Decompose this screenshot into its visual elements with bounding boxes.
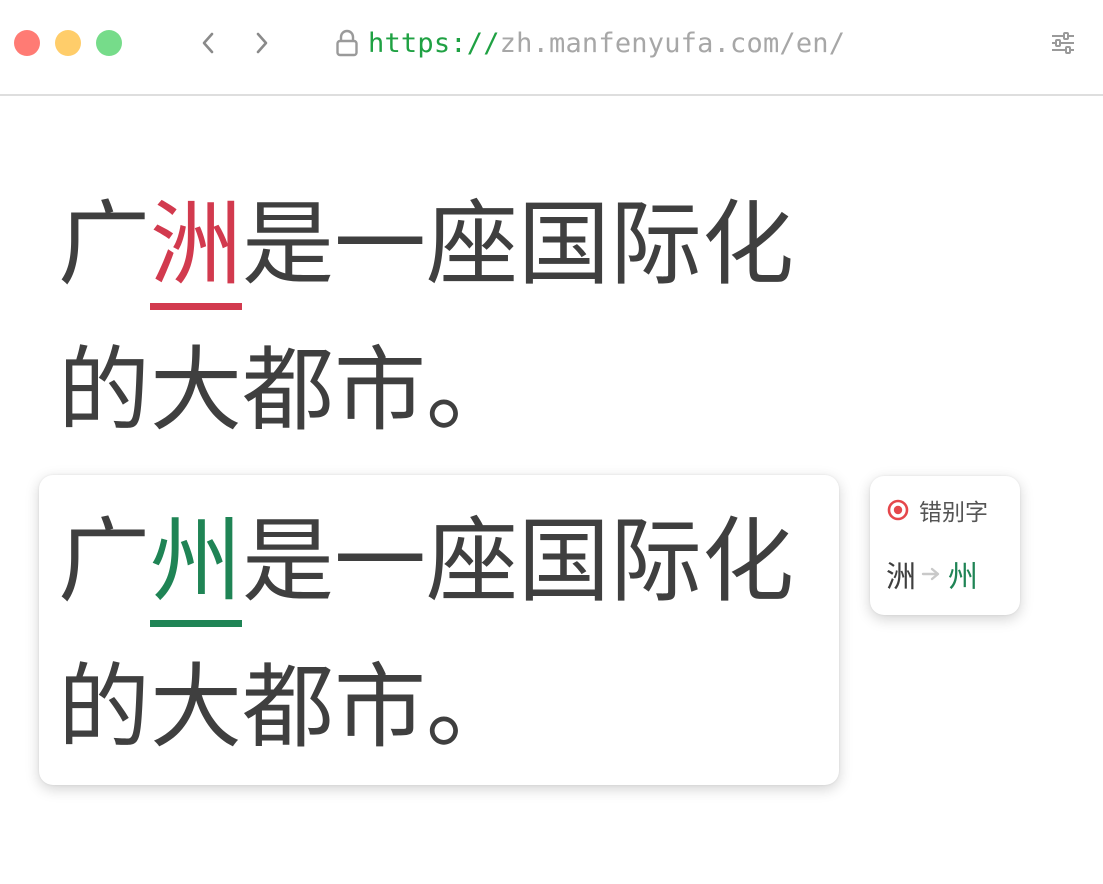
original-line-2: 的大都市。 (58, 337, 519, 444)
corrected-text-before: 广 (58, 508, 151, 615)
corrected-sentence-card: 广州是一座国际化 的大都市。 (39, 475, 839, 785)
correction-detail: 洲 州 (886, 554, 978, 595)
correction-from: 洲 (886, 560, 916, 595)
original-text-before: 广 (58, 191, 151, 298)
correction-to: 州 (948, 560, 978, 595)
url-scheme: https:// (368, 27, 500, 59)
minimize-window-button[interactable] (55, 30, 81, 56)
correction-category-label: 错别字 (919, 500, 988, 526)
close-window-button[interactable] (14, 30, 40, 56)
corrected-text-after: 是一座国际化 (242, 508, 795, 615)
corrected-character[interactable]: 州 (150, 489, 243, 635)
error-character[interactable]: 洲 (150, 172, 243, 318)
target-icon (887, 499, 909, 521)
original-sentence: 广洲是一座国际化 的大都市。 (58, 172, 794, 464)
corrected-sentence: 广州是一座国际化 的大都市。 (58, 489, 794, 781)
arrow-right-icon (918, 560, 946, 588)
correction-tooltip[interactable]: 错别字 洲 州 (870, 476, 1020, 615)
maximize-window-button[interactable] (96, 30, 122, 56)
sliders-icon (1052, 32, 1074, 54)
chevron-left-icon (202, 32, 214, 54)
correction-category: 错别字 (887, 495, 988, 526)
chevron-right-icon (256, 32, 268, 54)
browser-titlebar: https://zh.manfenyufa.com/en/ (0, 0, 1103, 96)
back-button[interactable] (191, 26, 225, 60)
url-text: https://zh.manfenyufa.com/en/ (368, 28, 845, 59)
settings-button[interactable] (1046, 26, 1080, 60)
corrected-line-2: 的大都市。 (58, 654, 519, 761)
forward-button[interactable] (245, 26, 279, 60)
original-text-after: 是一座国际化 (242, 191, 795, 298)
lock-icon (334, 28, 360, 58)
corrected-line-1: 广州是一座国际化 (58, 489, 794, 635)
original-line-1: 广洲是一座国际化 (58, 172, 794, 318)
address-bar[interactable]: https://zh.manfenyufa.com/en/ (334, 22, 845, 64)
url-host: zh.manfenyufa.com/en/ (499, 27, 846, 59)
